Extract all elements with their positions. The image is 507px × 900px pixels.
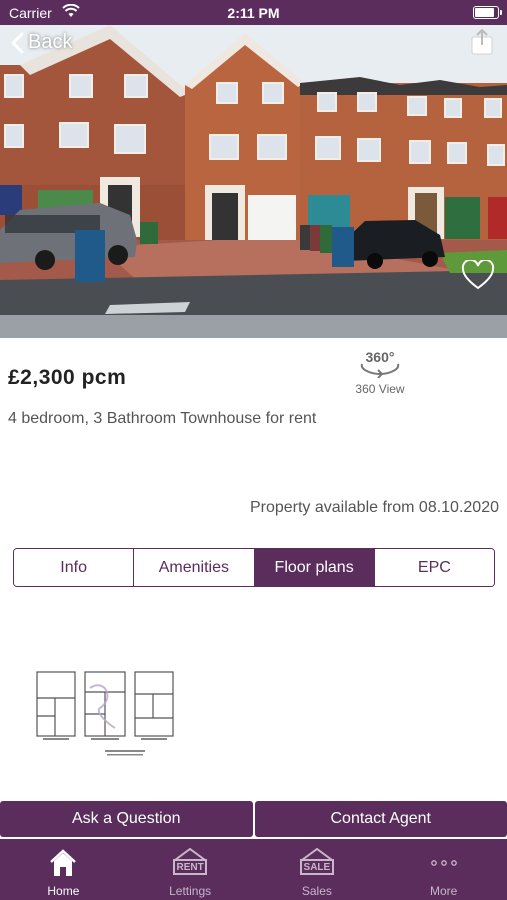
tabbar-sales[interactable]: SALE Sales: [254, 839, 381, 900]
ask-question-button[interactable]: Ask a Question: [0, 801, 253, 837]
tab-epc[interactable]: EPC: [374, 549, 494, 586]
floor-plan-image[interactable]: [35, 668, 177, 760]
share-button[interactable]: [469, 28, 495, 56]
favourite-button[interactable]: [461, 258, 495, 290]
detail-tabs: Info Amenities Floor plans EPC: [13, 548, 495, 587]
tabbar-more[interactable]: More: [380, 839, 507, 900]
sale-sign-text: SALE: [299, 859, 334, 875]
tabbar-more-label: More: [429, 884, 458, 898]
360-view-badge: 360°: [366, 349, 395, 365]
bottom-tab-bar: Home RENT Lettings SALE Sales More: [0, 839, 507, 900]
back-button[interactable]: Back: [10, 31, 72, 54]
property-photo[interactable]: [0, 25, 507, 338]
sale-sign-icon: SALE: [298, 846, 336, 880]
home-icon: [48, 846, 78, 880]
tabbar-lettings[interactable]: RENT Lettings: [127, 839, 254, 900]
rent-sign-icon: RENT: [171, 846, 209, 880]
tabbar-home[interactable]: Home: [0, 839, 127, 900]
heart-icon: [461, 258, 495, 290]
tabbar-home-label: Home: [47, 884, 80, 898]
contact-agent-button[interactable]: Contact Agent: [254, 801, 507, 837]
status-bar: Carrier 2:11 PM: [0, 0, 507, 25]
more-dots-icon: [429, 846, 459, 880]
battery-icon: [473, 6, 502, 19]
back-label: Back: [28, 31, 73, 53]
chevron-left-icon: [11, 32, 24, 53]
tab-amenities[interactable]: Amenities: [134, 549, 255, 586]
rent-sign-text: RENT: [173, 859, 208, 875]
share-icon: [471, 28, 493, 55]
listing-description: 4 bedroom, 3 Bathroom Townhouse for rent: [8, 410, 317, 427]
listing-price: £2,300 pcm: [8, 366, 127, 389]
view-360-button[interactable]: 360° 360 View: [340, 348, 420, 396]
availability-text: Property available from 08.10.2020: [249, 499, 499, 516]
action-row: Ask a Question Contact Agent: [0, 801, 507, 837]
tab-floor-plans[interactable]: Floor plans: [254, 549, 375, 586]
tabbar-sales-label: Sales: [301, 884, 332, 898]
360-view-icon: 360°: [360, 349, 400, 378]
360-view-label: 360 View: [355, 382, 405, 396]
status-time: 2:11 PM: [227, 5, 280, 21]
tab-info[interactable]: Info: [14, 549, 135, 586]
tabbar-lettings-label: Lettings: [169, 884, 212, 898]
